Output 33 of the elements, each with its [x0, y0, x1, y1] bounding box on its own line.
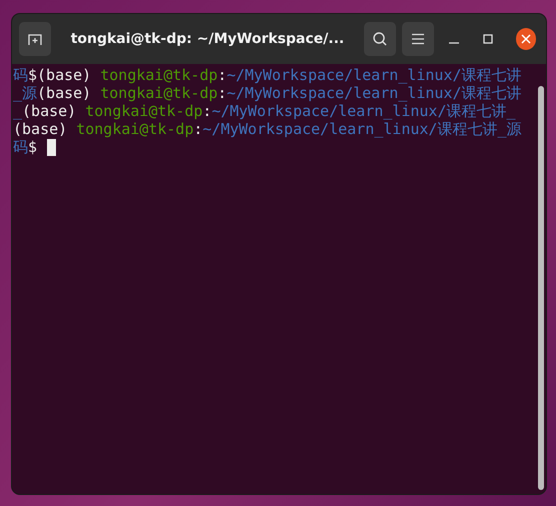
prompt-text: (base): [22, 102, 78, 120]
prompt-text: :: [202, 102, 212, 120]
prompt-text: :: [194, 120, 203, 138]
user-host-text: tongkai@tk-dp: [100, 84, 218, 102]
prompt-text: (base): [37, 84, 92, 102]
path-text: 码: [13, 66, 28, 84]
close-button[interactable]: [516, 28, 536, 50]
text-cursor: [47, 138, 56, 156]
prompt-text: $: [28, 138, 38, 156]
user-host-text: tongkai@tk-dp: [76, 120, 194, 138]
scrollbar-thumb[interactable]: [538, 86, 544, 490]
path-text: _: [13, 102, 22, 120]
minimize-icon: [448, 42, 459, 44]
new-tab-button[interactable]: [19, 22, 51, 56]
user-host-text: tongkai@tk-dp: [85, 102, 203, 120]
path-text: ~/MyWorkspace/learn_linux/课程七讲_: [212, 102, 516, 120]
prompt-text: :: [218, 84, 227, 102]
path-text: 码: [13, 138, 28, 156]
path-text: ~/MyWorkspace/learn_linux/课程七讲: [226, 66, 522, 84]
path-text: ~/MyWorkspace/learn_linux/课程七讲: [226, 84, 522, 102]
close-icon: [520, 34, 531, 44]
path-text: ~/MyWorkspace/learn_linux/课程七讲_源: [202, 120, 522, 138]
menu-button[interactable]: [402, 22, 434, 56]
prompt-text: $(base): [28, 66, 92, 84]
search-icon: [372, 31, 388, 47]
menu-icon: [410, 33, 425, 45]
maximize-icon: [482, 33, 494, 45]
prompt-text: (base): [13, 120, 68, 138]
path-text: _源: [13, 84, 38, 102]
window-title: tongkai@tk-dp: ~/MyWorkspace/...: [70, 31, 346, 47]
prompt-text: :: [218, 66, 227, 84]
search-button[interactable]: [364, 22, 396, 56]
user-host-text: tongkai@tk-dp: [100, 66, 218, 84]
